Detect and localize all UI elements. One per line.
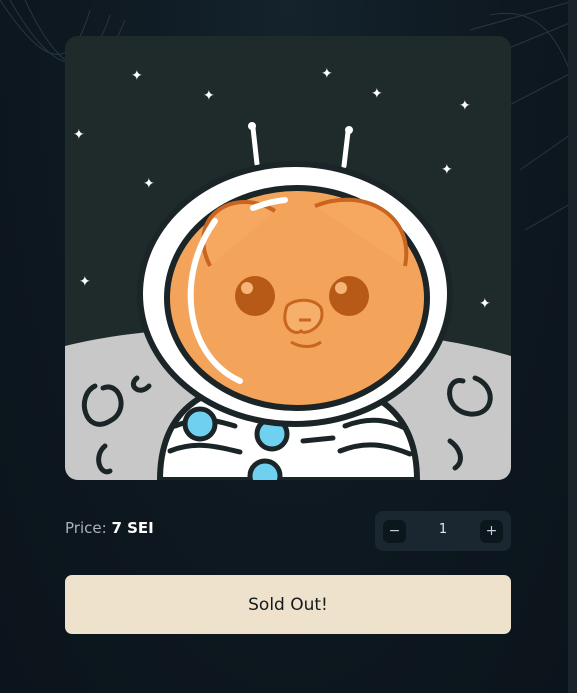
svg-text:✦: ✦	[321, 66, 333, 82]
svg-text:✦: ✦	[371, 86, 383, 102]
nft-image: ✦ ✦ ✦ ✦ ✦ ✦ ✦ ✦ ✦ ✦	[65, 36, 511, 480]
astronaut-bunny-illustration: ✦ ✦ ✦ ✦ ✦ ✦ ✦ ✦ ✦ ✦	[65, 36, 511, 480]
svg-text:✦: ✦	[143, 176, 155, 192]
svg-text:✦: ✦	[131, 68, 143, 84]
price-value: 7 SEI	[111, 519, 154, 537]
svg-text:✦: ✦	[79, 274, 91, 290]
sold-out-button[interactable]: Sold Out!	[65, 575, 511, 634]
svg-text:✦: ✦	[459, 98, 471, 114]
quantity-value: 1	[438, 522, 448, 537]
decrement-button[interactable]: −	[383, 520, 406, 543]
svg-text:✦: ✦	[203, 88, 215, 104]
svg-text:✦: ✦	[73, 127, 85, 143]
svg-text:✦: ✦	[441, 162, 453, 178]
price-display: Price: 7 SEI	[65, 519, 154, 537]
svg-text:✦: ✦	[479, 296, 491, 312]
price-label: Price:	[65, 519, 107, 537]
quantity-stepper[interactable]: − 1 +	[375, 511, 511, 551]
scrollbar-track[interactable]	[568, 0, 577, 693]
increment-button[interactable]: +	[480, 520, 503, 543]
